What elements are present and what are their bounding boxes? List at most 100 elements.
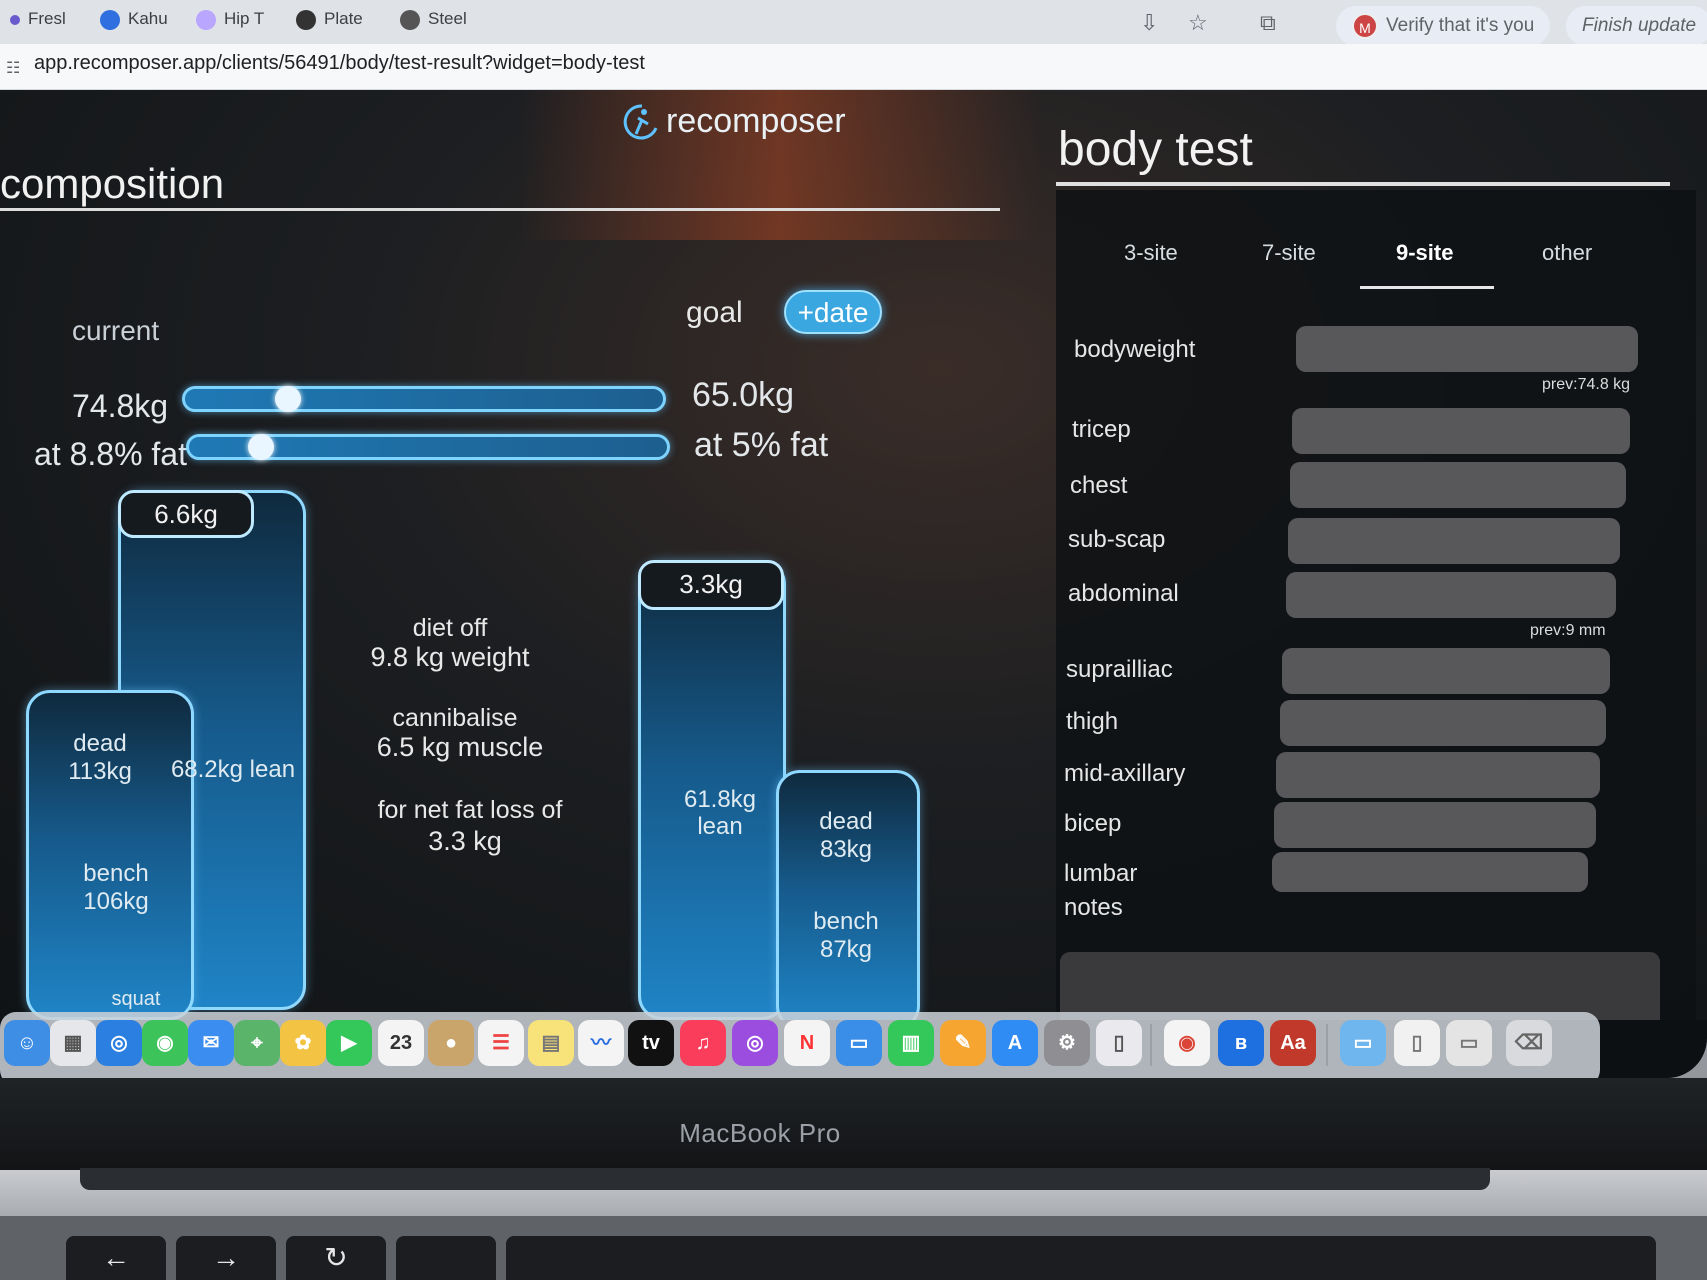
finder-icon[interactable]: ☺ — [4, 1020, 50, 1066]
tab-other[interactable]: other — [1542, 240, 1592, 266]
mail-icon[interactable]: ✉ — [188, 1020, 234, 1066]
contacts-icon[interactable]: ● — [428, 1020, 474, 1066]
lumbar-label: lumbar — [1064, 860, 1138, 887]
update-text: Finish update — [1582, 15, 1697, 36]
current-dead-value: 113kg — [68, 758, 132, 785]
address-bar: ☷ app.recomposer.app/clients/56491/body/… — [0, 44, 1707, 90]
laptop-model-label: MacBook Pro — [679, 1118, 841, 1148]
thigh-input[interactable] — [1280, 700, 1606, 746]
fat-slider[interactable] — [186, 434, 670, 460]
browser-tab[interactable]: Fresl — [10, 4, 66, 34]
notes-label: notes — [1064, 894, 1123, 921]
trash-icon[interactable]: ⌫ — [1506, 1020, 1552, 1066]
sub-scap-input[interactable] — [1288, 518, 1620, 564]
tab-9-site[interactable]: 9-site — [1396, 240, 1453, 266]
active-tab-indicator — [1360, 286, 1494, 289]
maps-icon[interactable]: ⌖ — [234, 1020, 280, 1066]
calendar-icon[interactable]: 23 — [378, 1020, 424, 1066]
browser-tab[interactable]: Steel — [400, 4, 467, 34]
bookmark-star-icon[interactable]: ☆ — [1188, 10, 1208, 36]
net-fat-loss-value: 3.3 kg — [428, 826, 502, 856]
reminders-icon[interactable]: ☰ — [478, 1020, 524, 1066]
url-field[interactable]: app.recomposer.app/clients/56491/body/te… — [34, 52, 645, 75]
fat-slider-thumb[interactable] — [247, 434, 274, 460]
bicep-input[interactable] — [1274, 802, 1596, 848]
mid-axillary-input[interactable] — [1276, 752, 1600, 798]
tricep-input[interactable] — [1292, 408, 1630, 454]
numbers-icon[interactable]: ▥ — [888, 1020, 934, 1066]
title-divider — [0, 208, 1000, 211]
document-icon[interactable]: ▯ — [1394, 1020, 1440, 1066]
chrome-icon[interactable]: ◉ — [1164, 1020, 1210, 1066]
browser-tab-bar: Fresl Kahu Hip T Plate Steel M Verify tha… — [0, 0, 1707, 46]
dock-separator — [1150, 1024, 1152, 1066]
tab-3-site[interactable]: 3-site — [1124, 240, 1178, 266]
goal-bench-label: bench — [813, 908, 879, 935]
site-settings-icon[interactable]: ☷ — [6, 58, 20, 78]
current-fat-tag: 6.6kg — [118, 490, 254, 538]
weight-slider-thumb[interactable] — [275, 386, 302, 412]
browser-tab[interactable]: Hip T — [196, 4, 264, 34]
profile-icon: M — [1352, 12, 1378, 39]
pages-icon[interactable]: ✎ — [940, 1020, 986, 1066]
steel-icon — [400, 9, 420, 30]
podcasts-icon[interactable]: ◎ — [732, 1020, 778, 1066]
suprailliac-label: suprailliac — [1066, 656, 1173, 683]
abdominal-input[interactable] — [1286, 572, 1616, 618]
bodyweight-input[interactable] — [1296, 326, 1638, 372]
facetime-icon[interactable]: ▶ — [326, 1020, 372, 1066]
abdominal-label: abdominal — [1068, 580, 1179, 607]
goal-fat-tag: 3.3kg — [638, 560, 784, 610]
system-settings-icon[interactable]: ⚙ — [1044, 1020, 1090, 1066]
recomposer-app: recomposer composition current goal +dat… — [0, 90, 1707, 1020]
tricep-label: tricep — [1072, 416, 1131, 443]
current-squat-label: squat — [111, 988, 161, 1010]
weight-slider[interactable] — [182, 386, 666, 412]
photos-icon[interactable]: ✿ — [280, 1020, 326, 1066]
notes-textarea[interactable] — [1060, 952, 1660, 1020]
install-icon[interactable]: ⇩ — [1140, 10, 1158, 36]
freeform-icon[interactable]: 〰 — [578, 1020, 624, 1066]
refresh-key: ↻ — [286, 1236, 386, 1280]
hinge-notch — [80, 1168, 1490, 1190]
cannibalise-label: cannibalise — [392, 704, 518, 732]
finish-update-pill[interactable]: Finish update — [1566, 6, 1707, 46]
tab-label: Hip T — [224, 9, 265, 28]
news-icon[interactable]: N — [784, 1020, 830, 1066]
kahu-icon — [100, 9, 120, 30]
safari-icon[interactable]: ◎ — [96, 1020, 142, 1066]
music-icon[interactable]: ♫ — [680, 1020, 726, 1066]
dictionary-icon[interactable]: Aa — [1270, 1020, 1316, 1066]
apple-tv-icon[interactable]: tv — [628, 1020, 674, 1066]
current-label: current — [72, 315, 160, 346]
extensions-icon[interactable]: ⧉ — [1260, 10, 1276, 36]
goal-weight: 65.0kg — [692, 376, 795, 414]
lumbar-input[interactable] — [1272, 852, 1588, 892]
browser-tab[interactable]: Kahu — [100, 4, 168, 34]
launchpad-icon[interactable]: ▦ — [50, 1020, 96, 1066]
verify-pill[interactable]: M Verify that it's you — [1336, 6, 1551, 46]
current-weight: 74.8kg — [72, 388, 169, 424]
add-date-button[interactable]: +date — [784, 290, 882, 334]
plate-icon — [296, 9, 316, 30]
iphone-mirroring-icon[interactable]: ▯ — [1096, 1020, 1142, 1066]
messages-icon[interactable]: ◉ — [142, 1020, 188, 1066]
goal-dead-value: 83kg — [819, 836, 873, 863]
diet-off-value: 9.8 kg weight — [370, 642, 530, 672]
app-store-icon[interactable]: A — [992, 1020, 1038, 1066]
downloads-icon[interactable]: ▭ — [1446, 1020, 1492, 1066]
applications-folder-icon[interactable]: ▭ — [1340, 1020, 1386, 1066]
current-fat: at 8.8% fat — [34, 436, 187, 472]
verify-text: Verify that it's you — [1386, 15, 1535, 36]
tab-7-site[interactable]: 7-site — [1262, 240, 1316, 266]
browser-tab[interactable]: Plate — [296, 4, 363, 34]
notes-icon[interactable]: ▤ — [528, 1020, 574, 1066]
abdominal-prev: prev:9 mm — [1530, 622, 1606, 639]
bluetooth-icon[interactable]: ʙ — [1218, 1020, 1264, 1066]
suprailliac-input[interactable] — [1282, 648, 1610, 694]
chest-input[interactable] — [1290, 462, 1626, 508]
tab-label: Steel — [428, 9, 467, 28]
hip-icon — [196, 9, 216, 30]
keynote-icon[interactable]: ▭ — [836, 1020, 882, 1066]
goal-lean-text: 61.8kg lean — [683, 786, 757, 840]
